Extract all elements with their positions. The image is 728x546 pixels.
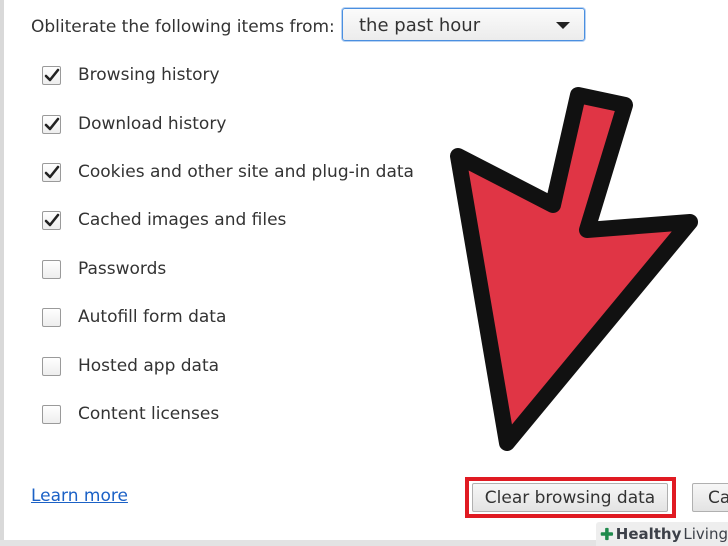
- option-label: Cached images and files: [78, 210, 287, 230]
- option-passwords[interactable]: Passwords: [42, 254, 166, 284]
- option-hosted-app-data[interactable]: Hosted app data: [42, 351, 219, 381]
- checkbox[interactable]: [42, 356, 61, 376]
- checkbox[interactable]: [42, 307, 61, 327]
- option-autofill[interactable]: Autofill form data: [42, 302, 226, 332]
- option-download-history[interactable]: Download history: [42, 109, 226, 139]
- time-range-select[interactable]: the past hour: [342, 8, 585, 41]
- option-label: Browsing history: [78, 65, 220, 85]
- checkbox[interactable]: [42, 210, 61, 230]
- option-content-licenses[interactable]: Content licenses: [42, 399, 219, 429]
- checkbox[interactable]: [42, 114, 61, 134]
- option-browsing-history[interactable]: Browsing history: [42, 60, 220, 90]
- option-cookies[interactable]: Cookies and other site and plug-in data: [42, 157, 414, 187]
- checkbox[interactable]: [42, 404, 61, 424]
- watermark-brand-bold: Healthy: [615, 525, 682, 543]
- time-range-row: Obliterate the following items from:: [31, 10, 335, 44]
- watermark: Healthy Living: [596, 522, 728, 546]
- watermark-brand-light: Living: [683, 525, 728, 543]
- checkmark-icon: [44, 117, 60, 130]
- option-label: Autofill form data: [78, 307, 227, 327]
- option-label: Content licenses: [78, 404, 220, 424]
- option-label: Hosted app data: [78, 356, 220, 376]
- checkbox[interactable]: [42, 162, 61, 182]
- checkmark-icon: [44, 165, 60, 178]
- cancel-button[interactable]: Ca: [692, 483, 728, 512]
- checkbox[interactable]: [42, 259, 61, 279]
- option-cached-images[interactable]: Cached images and files: [42, 205, 286, 235]
- checkmark-icon: [44, 213, 60, 226]
- checkbox[interactable]: [42, 65, 61, 85]
- option-label: Download history: [78, 114, 227, 134]
- option-label: Cookies and other site and plug-in data: [78, 162, 414, 182]
- checkmark-icon: [44, 68, 60, 81]
- time-range-label: Obliterate the following items from:: [31, 17, 335, 37]
- learn-more-link[interactable]: Learn more: [31, 486, 128, 506]
- plus-leaf-icon: [600, 527, 614, 541]
- highlight-box: [465, 477, 676, 518]
- time-range-selected-value: the past hour: [359, 15, 481, 36]
- window-left-edge: [0, 0, 4, 546]
- chevron-down-icon: [556, 22, 570, 29]
- option-label: Passwords: [78, 259, 167, 279]
